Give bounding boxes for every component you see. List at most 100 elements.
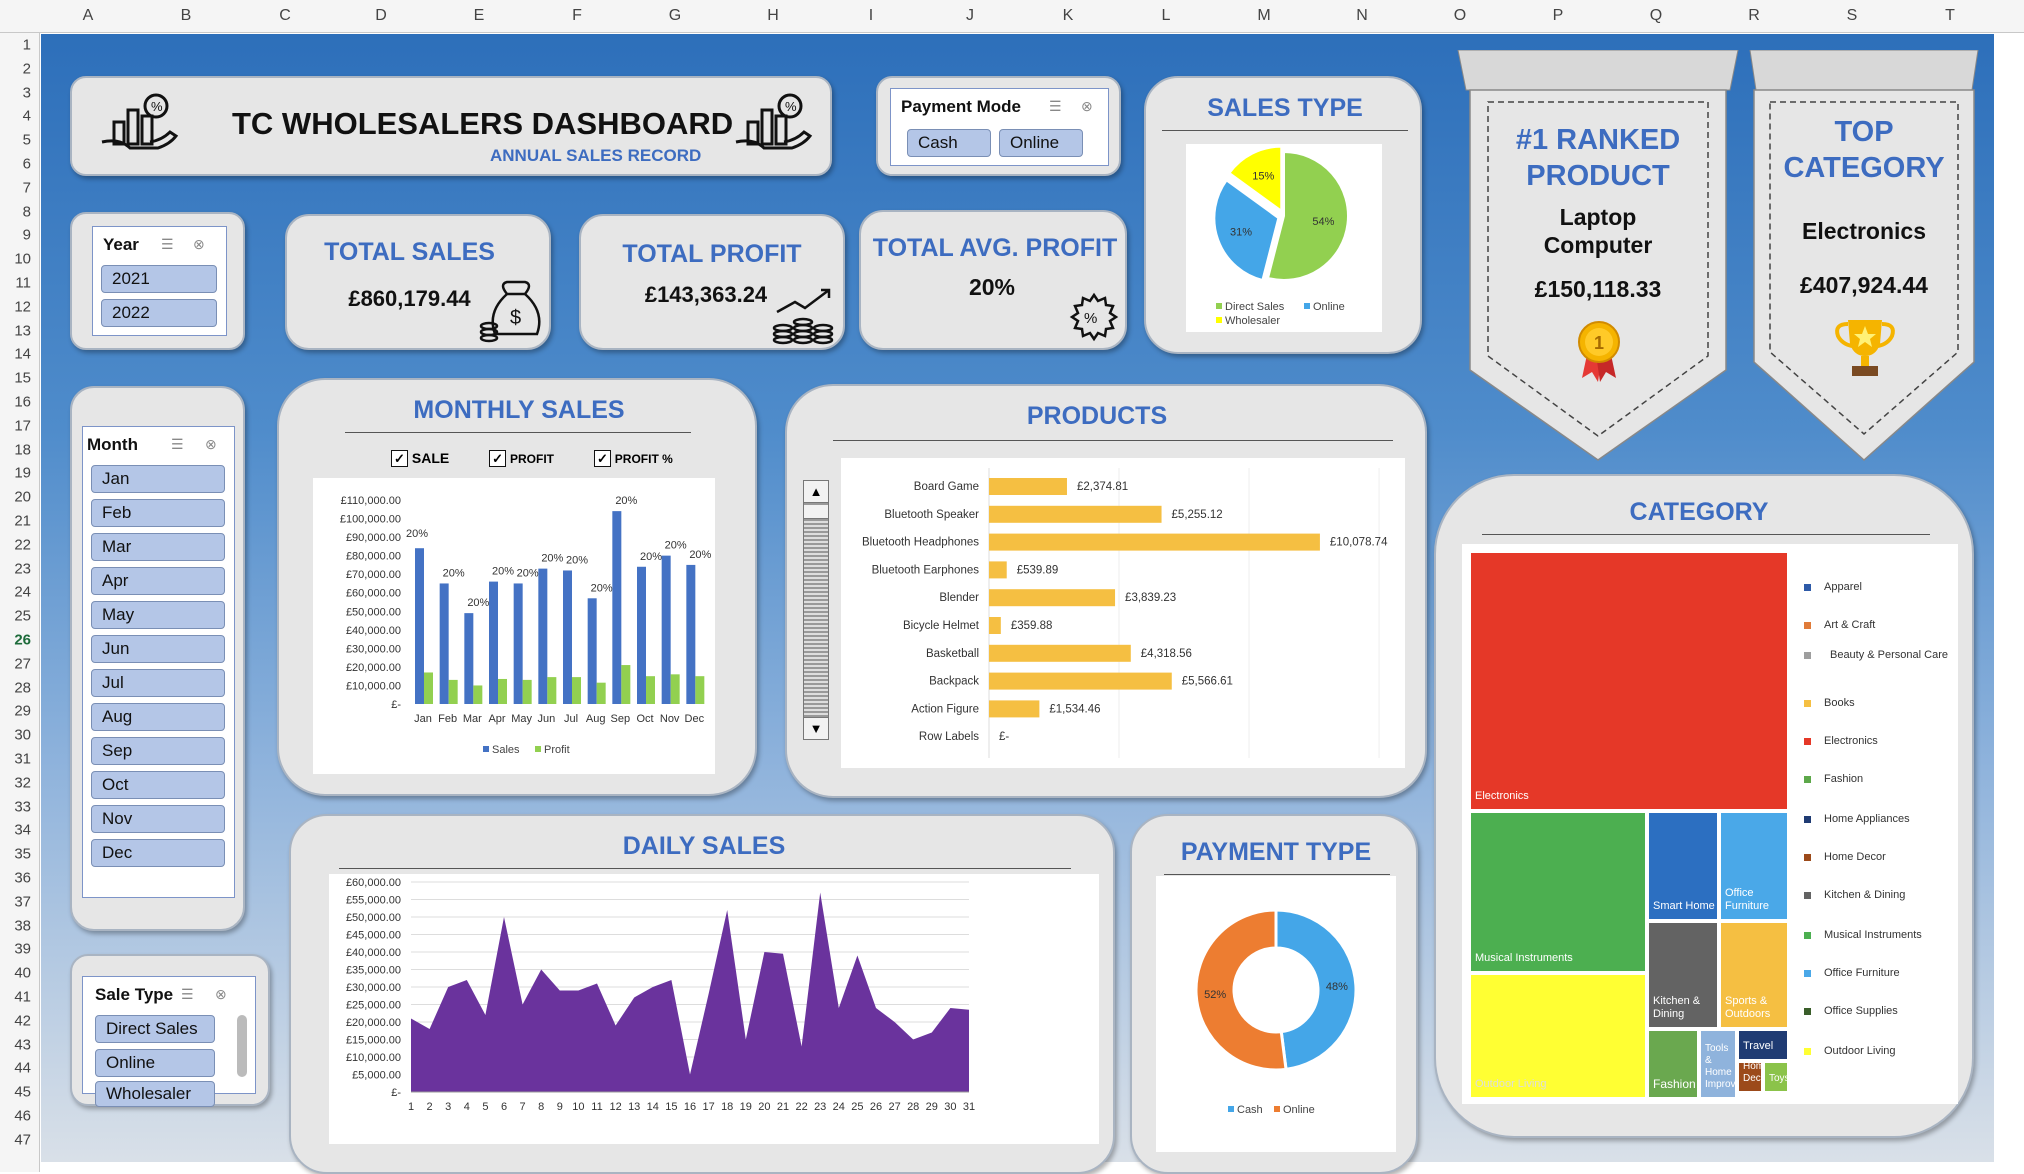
row-header-7[interactable]: 7: [23, 179, 31, 196]
row-header-12[interactable]: 12: [14, 298, 31, 315]
row-header-40[interactable]: 40: [14, 965, 31, 982]
row-header-23[interactable]: 23: [14, 560, 31, 577]
row-header-29[interactable]: 29: [14, 703, 31, 720]
month-jul-button[interactable]: Jul: [91, 669, 225, 697]
sale-type-wholesaler-button[interactable]: Wholesaler: [95, 1081, 215, 1107]
month-oct-button[interactable]: Oct: [91, 771, 225, 799]
multi-select-icon[interactable]: ☰: [171, 436, 184, 453]
row-header-4[interactable]: 4: [23, 108, 31, 125]
month-apr-button[interactable]: Apr: [91, 567, 225, 595]
clear-filter-icon[interactable]: ⊗: [215, 986, 227, 1003]
column-header-K[interactable]: K: [1063, 7, 1074, 25]
row-header-21[interactable]: 21: [14, 513, 31, 530]
column-header-Q[interactable]: Q: [1650, 7, 1662, 25]
row-header-41[interactable]: 41: [14, 989, 31, 1006]
row-header-42[interactable]: 42: [14, 1012, 31, 1029]
row-header-44[interactable]: 44: [14, 1060, 31, 1077]
column-header-D[interactable]: D: [375, 7, 387, 25]
column-header-O[interactable]: O: [1454, 7, 1466, 25]
row-header-2[interactable]: 2: [23, 60, 31, 77]
month-dec-button[interactable]: Dec: [91, 839, 225, 867]
row-header-10[interactable]: 10: [14, 251, 31, 268]
month-sep-button[interactable]: Sep: [91, 737, 225, 765]
month-mar-button[interactable]: Mar: [91, 533, 225, 561]
column-header-L[interactable]: L: [1162, 7, 1171, 25]
row-header-bar[interactable]: 1 2 3 4 5 6 7 8 9 10 11 12 13 14 15 16 17 18 19 20 21 22 23 24 2…: [0, 33, 40, 1172]
column-header-A[interactable]: A: [83, 7, 94, 25]
multi-select-icon[interactable]: ☰: [1049, 98, 1062, 115]
column-header-G[interactable]: G: [669, 7, 681, 25]
row-header-14[interactable]: 14: [14, 346, 31, 363]
column-header-H[interactable]: H: [767, 7, 779, 25]
column-header-N[interactable]: N: [1356, 7, 1368, 25]
row-header-43[interactable]: 43: [14, 1036, 31, 1053]
scroll-down-arrow-icon[interactable]: ▼: [804, 717, 828, 739]
column-header-F[interactable]: F: [572, 7, 582, 25]
row-header-9[interactable]: 9: [23, 227, 31, 244]
products-scrollbar[interactable]: ▲ ▼: [803, 480, 829, 740]
row-header-46[interactable]: 46: [14, 1108, 31, 1125]
row-header-47[interactable]: 47: [14, 1131, 31, 1148]
column-header-J[interactable]: J: [966, 7, 974, 25]
column-header-P[interactable]: P: [1553, 7, 1564, 25]
year-2022-button[interactable]: 2022: [101, 299, 217, 327]
column-header-E[interactable]: E: [474, 7, 485, 25]
row-header-33[interactable]: 33: [14, 798, 31, 815]
month-may-button[interactable]: May: [91, 601, 225, 629]
row-header-6[interactable]: 6: [23, 156, 31, 173]
sale-type-online-button[interactable]: Online: [95, 1049, 215, 1077]
row-header-19[interactable]: 19: [14, 465, 31, 482]
row-header-35[interactable]: 35: [14, 846, 31, 863]
row-header-24[interactable]: 24: [14, 584, 31, 601]
column-header-T[interactable]: T: [1945, 7, 1955, 25]
row-header-32[interactable]: 32: [14, 774, 31, 791]
column-header-I[interactable]: I: [869, 7, 873, 25]
profit-checkbox[interactable]: ✓: [489, 450, 507, 467]
column-header-R[interactable]: R: [1748, 7, 1760, 25]
sale-checkbox[interactable]: ✓: [391, 450, 408, 467]
multi-select-icon[interactable]: ☰: [161, 236, 174, 253]
clear-filter-icon[interactable]: ⊗: [193, 236, 205, 253]
row-header-20[interactable]: 20: [14, 489, 31, 506]
row-header-3[interactable]: 3: [23, 84, 31, 101]
row-header-22[interactable]: 22: [14, 536, 31, 553]
row-header-5[interactable]: 5: [23, 132, 31, 149]
row-header-27[interactable]: 27: [14, 655, 31, 672]
column-header-C[interactable]: C: [279, 7, 291, 25]
scroll-thumb[interactable]: [804, 505, 828, 519]
row-header-1[interactable]: 1: [23, 37, 31, 54]
clear-filter-icon[interactable]: ⊗: [205, 436, 217, 453]
year-2021-button[interactable]: 2021: [101, 265, 217, 293]
month-jan-button[interactable]: Jan: [91, 465, 225, 493]
payment-mode-online-button[interactable]: Online: [999, 129, 1083, 157]
row-header-36[interactable]: 36: [14, 870, 31, 887]
scroll-up-arrow-icon[interactable]: ▲: [804, 481, 828, 503]
profit-percent-checkbox[interactable]: ✓: [593, 450, 611, 467]
clear-filter-icon[interactable]: ⊗: [1081, 98, 1093, 115]
month-feb-button[interactable]: Feb: [91, 499, 225, 527]
slicer-scrollbar[interactable]: [237, 1015, 247, 1077]
column-header-B[interactable]: B: [181, 7, 192, 25]
row-header-37[interactable]: 37: [14, 893, 31, 910]
row-header-17[interactable]: 17: [14, 417, 31, 434]
column-header-M[interactable]: M: [1257, 7, 1270, 25]
month-jun-button[interactable]: Jun: [91, 635, 225, 663]
month-aug-button[interactable]: Aug: [91, 703, 225, 731]
row-header-28[interactable]: 28: [14, 679, 31, 696]
month-nov-button[interactable]: Nov: [91, 805, 225, 833]
multi-select-icon[interactable]: ☰: [181, 986, 194, 1003]
row-header-16[interactable]: 16: [14, 394, 31, 411]
row-header-39[interactable]: 39: [14, 941, 31, 958]
row-header-38[interactable]: 38: [14, 917, 31, 934]
column-header-S[interactable]: S: [1847, 7, 1858, 25]
row-header-45[interactable]: 45: [14, 1084, 31, 1101]
row-header-26[interactable]: 26: [14, 632, 31, 649]
row-header-30[interactable]: 30: [14, 727, 31, 744]
row-header-25[interactable]: 25: [14, 608, 31, 625]
row-header-31[interactable]: 31: [14, 751, 31, 768]
row-header-8[interactable]: 8: [23, 203, 31, 220]
sale-type-direct-sales-button[interactable]: Direct Sales: [95, 1015, 215, 1043]
row-header-11[interactable]: 11: [15, 275, 31, 292]
row-header-18[interactable]: 18: [14, 441, 31, 458]
row-header-15[interactable]: 15: [14, 370, 31, 387]
